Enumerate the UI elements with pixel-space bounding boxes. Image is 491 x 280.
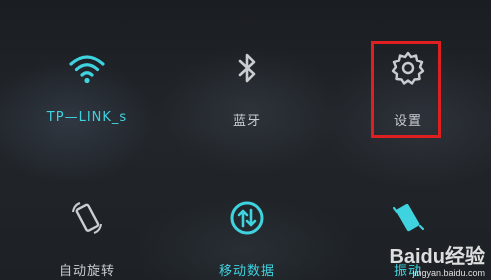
settings-highlight-box [371,41,441,138]
bluetooth-icon [225,46,269,90]
baidu-jingyan-watermark: Baidu经验 jingyan.baidu.com [389,246,485,278]
tile-auto-rotate[interactable]: 自动旋转 [12,196,162,279]
watermark-site: jingyan.baidu.com [412,268,485,278]
auto-rotate-icon [65,196,109,240]
tile-bluetooth[interactable]: 蓝牙 [172,46,322,129]
tile-mobile-data-label: 移动数据 [218,264,275,279]
watermark-logo: Baidu经验 [389,246,485,268]
wifi-icon [65,46,109,90]
tile-bluetooth-label: 蓝牙 [232,114,261,129]
tile-wifi-label: TP—LINK_s [46,110,128,125]
mobile-data-icon [225,196,269,240]
tile-auto-rotate-label: 自动旋转 [58,264,115,279]
tile-mobile-data[interactable]: 移动数据 [172,196,322,279]
vibrate-icon [386,196,430,240]
tile-wifi[interactable]: TP—LINK_s [12,46,162,125]
